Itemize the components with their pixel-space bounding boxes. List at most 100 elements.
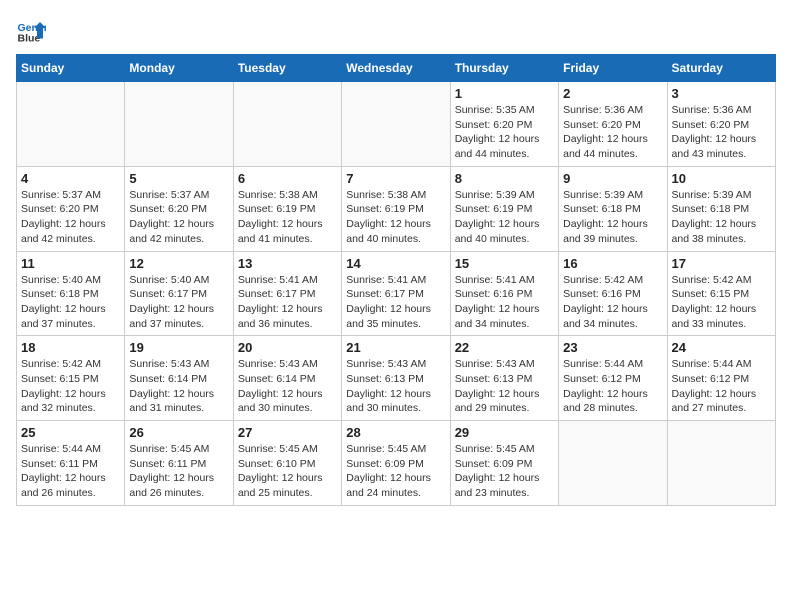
calendar-cell: 17Sunrise: 5:42 AMSunset: 6:15 PMDayligh… — [667, 251, 775, 336]
calendar-cell: 5 Sunrise: 5:37 AMSunset: 6:20 PMDaylight… — [125, 166, 233, 251]
day-number: 17 — [672, 256, 771, 271]
calendar-cell: 27 Sunrise: 5:45 AMSunset: 6:10 PMDayligh… — [233, 421, 341, 506]
day-number: 8 — [455, 171, 554, 186]
calendar-cell: 18 Sunrise: 5:42 AMSunset: 6:15 PMDayligh… — [17, 336, 125, 421]
calendar-cell: 9 Sunrise: 5:39 AMSunset: 6:18 PMDaylight… — [559, 166, 667, 251]
calendar-cell — [559, 421, 667, 506]
logo: General Blue — [16, 16, 50, 46]
calendar-cell: 7 Sunrise: 5:38 AMSunset: 6:19 PMDaylight… — [342, 166, 450, 251]
calendar-header-saturday: Saturday — [667, 55, 775, 82]
day-info: Sunrise: 5:42 AMSunset: 6:15 PMDaylight:… — [21, 357, 120, 416]
day-info: Sunrise: 5:43 AMSunset: 6:14 PMDaylight:… — [129, 357, 228, 416]
day-info: Sunrise: 5:43 AMSunset: 6:13 PMDaylight:… — [455, 357, 554, 416]
day-info: Sunrise: 5:37 AMSunset: 6:20 PMDaylight:… — [21, 188, 120, 247]
calendar-cell — [17, 82, 125, 167]
calendar-cell: 24 Sunrise: 5:44 AMSunset: 6:12 PMDayligh… — [667, 336, 775, 421]
day-number: 18 — [21, 340, 120, 355]
svg-text:Blue: Blue — [18, 33, 41, 45]
day-info: Sunrise: 5:38 AMSunset: 6:19 PMDaylight:… — [238, 188, 337, 247]
calendar-cell: 13 Sunrise: 5:41 AMSunset: 6:17 PMDayligh… — [233, 251, 341, 336]
calendar-cell: 6 Sunrise: 5:38 AMSunset: 6:19 PMDaylight… — [233, 166, 341, 251]
day-info: Sunrise: 5:39 AMSunset: 6:18 PMDaylight:… — [672, 188, 771, 247]
calendar-cell — [667, 421, 775, 506]
calendar-cell: 23Sunrise: 5:44 AMSunset: 6:12 PMDayligh… — [559, 336, 667, 421]
calendar-header-thursday: Thursday — [450, 55, 558, 82]
calendar-cell: 11Sunrise: 5:40 AMSunset: 6:18 PMDayligh… — [17, 251, 125, 336]
day-info: Sunrise: 5:39 AMSunset: 6:19 PMDaylight:… — [455, 188, 554, 247]
calendar-week-row: 4 Sunrise: 5:37 AMSunset: 6:20 PMDaylight… — [17, 166, 776, 251]
calendar-header-friday: Friday — [559, 55, 667, 82]
calendar-cell: 26 Sunrise: 5:45 AMSunset: 6:11 PMDayligh… — [125, 421, 233, 506]
day-number: 20 — [238, 340, 337, 355]
day-number: 14 — [346, 256, 445, 271]
day-number: 21 — [346, 340, 445, 355]
calendar-cell — [233, 82, 341, 167]
calendar-week-row: 25Sunrise: 5:44 AMSunset: 6:11 PMDayligh… — [17, 421, 776, 506]
day-info: Sunrise: 5:43 AMSunset: 6:14 PMDaylight:… — [238, 357, 337, 416]
calendar-table: SundayMondayTuesdayWednesdayThursdayFrid… — [16, 54, 776, 506]
calendar-week-row: 11Sunrise: 5:40 AMSunset: 6:18 PMDayligh… — [17, 251, 776, 336]
day-number: 2 — [563, 86, 662, 101]
day-number: 15 — [455, 256, 554, 271]
calendar-cell: 22 Sunrise: 5:43 AMSunset: 6:13 PMDayligh… — [450, 336, 558, 421]
calendar-header-wednesday: Wednesday — [342, 55, 450, 82]
day-info: Sunrise: 5:38 AMSunset: 6:19 PMDaylight:… — [346, 188, 445, 247]
day-number: 19 — [129, 340, 228, 355]
day-info: Sunrise: 5:40 AMSunset: 6:17 PMDaylight:… — [129, 273, 228, 332]
day-info: Sunrise: 5:36 AMSunset: 6:20 PMDaylight:… — [672, 103, 771, 162]
calendar-header-monday: Monday — [125, 55, 233, 82]
day-info: Sunrise: 5:44 AMSunset: 6:12 PMDaylight:… — [672, 357, 771, 416]
calendar-cell: 8 Sunrise: 5:39 AMSunset: 6:19 PMDaylight… — [450, 166, 558, 251]
day-number: 24 — [672, 340, 771, 355]
calendar-header-sunday: Sunday — [17, 55, 125, 82]
day-number: 7 — [346, 171, 445, 186]
logo-icon: General Blue — [16, 16, 46, 46]
day-number: 1 — [455, 86, 554, 101]
calendar-cell: 25Sunrise: 5:44 AMSunset: 6:11 PMDayligh… — [17, 421, 125, 506]
day-number: 10 — [672, 171, 771, 186]
day-number: 9 — [563, 171, 662, 186]
day-number: 22 — [455, 340, 554, 355]
day-info: Sunrise: 5:35 AMSunset: 6:20 PMDaylight:… — [455, 103, 554, 162]
day-info: Sunrise: 5:42 AMSunset: 6:16 PMDaylight:… — [563, 273, 662, 332]
day-number: 28 — [346, 425, 445, 440]
calendar-cell: 3 Sunrise: 5:36 AMSunset: 6:20 PMDaylight… — [667, 82, 775, 167]
day-info: Sunrise: 5:45 AMSunset: 6:09 PMDaylight:… — [346, 442, 445, 501]
day-info: Sunrise: 5:36 AMSunset: 6:20 PMDaylight:… — [563, 103, 662, 162]
day-number: 4 — [21, 171, 120, 186]
page-header: General Blue — [16, 16, 776, 46]
calendar-cell: 4 Sunrise: 5:37 AMSunset: 6:20 PMDaylight… — [17, 166, 125, 251]
calendar-cell: 10 Sunrise: 5:39 AMSunset: 6:18 PMDayligh… — [667, 166, 775, 251]
day-number: 11 — [21, 256, 120, 271]
calendar-cell: 16Sunrise: 5:42 AMSunset: 6:16 PMDayligh… — [559, 251, 667, 336]
day-info: Sunrise: 5:45 AMSunset: 6:11 PMDaylight:… — [129, 442, 228, 501]
calendar-header-tuesday: Tuesday — [233, 55, 341, 82]
calendar-week-row: 18 Sunrise: 5:42 AMSunset: 6:15 PMDayligh… — [17, 336, 776, 421]
day-number: 29 — [455, 425, 554, 440]
day-info: Sunrise: 5:44 AMSunset: 6:11 PMDaylight:… — [21, 442, 120, 501]
calendar-cell: 1 Sunrise: 5:35 AMSunset: 6:20 PMDaylight… — [450, 82, 558, 167]
day-info: Sunrise: 5:43 AMSunset: 6:13 PMDaylight:… — [346, 357, 445, 416]
day-number: 26 — [129, 425, 228, 440]
calendar-cell: 28 Sunrise: 5:45 AMSunset: 6:09 PMDayligh… — [342, 421, 450, 506]
day-number: 27 — [238, 425, 337, 440]
day-info: Sunrise: 5:39 AMSunset: 6:18 PMDaylight:… — [563, 188, 662, 247]
day-number: 3 — [672, 86, 771, 101]
calendar-week-row: 1 Sunrise: 5:35 AMSunset: 6:20 PMDaylight… — [17, 82, 776, 167]
day-info: Sunrise: 5:41 AMSunset: 6:17 PMDaylight:… — [346, 273, 445, 332]
day-info: Sunrise: 5:45 AMSunset: 6:10 PMDaylight:… — [238, 442, 337, 501]
calendar-cell — [125, 82, 233, 167]
calendar-cell: 15 Sunrise: 5:41 AMSunset: 6:16 PMDayligh… — [450, 251, 558, 336]
day-number: 12 — [129, 256, 228, 271]
calendar-cell: 14 Sunrise: 5:41 AMSunset: 6:17 PMDayligh… — [342, 251, 450, 336]
calendar-cell — [342, 82, 450, 167]
day-info: Sunrise: 5:41 AMSunset: 6:16 PMDaylight:… — [455, 273, 554, 332]
day-info: Sunrise: 5:45 AMSunset: 6:09 PMDaylight:… — [455, 442, 554, 501]
day-info: Sunrise: 5:37 AMSunset: 6:20 PMDaylight:… — [129, 188, 228, 247]
day-number: 13 — [238, 256, 337, 271]
day-number: 6 — [238, 171, 337, 186]
calendar-cell: 20 Sunrise: 5:43 AMSunset: 6:14 PMDayligh… — [233, 336, 341, 421]
day-info: Sunrise: 5:41 AMSunset: 6:17 PMDaylight:… — [238, 273, 337, 332]
day-number: 5 — [129, 171, 228, 186]
calendar-cell: 29 Sunrise: 5:45 AMSunset: 6:09 PMDayligh… — [450, 421, 558, 506]
